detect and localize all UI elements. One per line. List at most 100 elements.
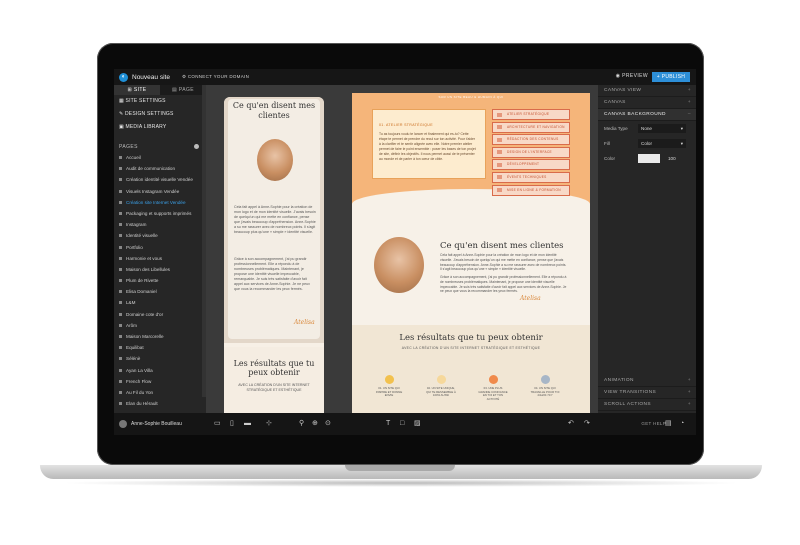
mobile-results-title: Les résultats que tu peux obtenir — [233, 359, 315, 377]
page-item[interactable]: French Flow — [114, 376, 206, 387]
canvas-label: CANVAS — [604, 100, 626, 105]
mobile-view-icon[interactable]: ▯ — [230, 420, 237, 427]
page-item[interactable]: Création identité visuelle Vendée — [114, 174, 206, 185]
chat-icon[interactable]: ◔ — [680, 420, 687, 427]
animation-section[interactable]: ANIMATION + — [598, 375, 696, 387]
step-box-title: 01. ATELIER STRATÉGIQUE — [379, 123, 433, 127]
canvas-section[interactable]: CANVAS + — [598, 97, 696, 109]
smile-icon — [384, 375, 394, 384]
view-transitions-label: VIEW TRANSITIONS — [604, 390, 657, 395]
steps-list: ATELIER STRATÉGIQUE ARCHITECTURE ET NAVIG… — [492, 109, 570, 197]
app-logo-icon[interactable]: ◐ — [119, 72, 128, 82]
text-tool-icon[interactable]: T — [386, 420, 393, 427]
color-row: Color 100 — [598, 151, 696, 166]
grid-icon: ▦ — [119, 98, 124, 104]
scroll-actions-section[interactable]: SCROLL ACTIONS + — [598, 399, 696, 411]
desktop-client-photo — [374, 237, 424, 293]
site-name[interactable]: Nouveau site — [132, 74, 170, 81]
step-item[interactable]: MISE EN LIGNE & FORMATION — [492, 184, 570, 196]
tab-page[interactable]: ▤ PAGE — [160, 85, 206, 95]
zoom-out-icon[interactable]: ⚲ — [299, 420, 306, 427]
page-item[interactable]: Accueil — [114, 152, 206, 163]
expand-icon: + — [687, 88, 691, 93]
canvas-view-section[interactable]: CANVAS VIEW + — [598, 85, 696, 97]
avatar[interactable] — [119, 420, 127, 428]
step-box-text: Tu as toujours voulu te lancer et finale… — [379, 132, 476, 161]
page-item[interactable]: Instagram — [114, 219, 206, 230]
step-item[interactable]: ÉVENTS TECHNIQUES — [492, 171, 570, 183]
page-item[interactable]: Elisa Domaniel — [114, 286, 206, 297]
add-page-icon[interactable] — [194, 144, 199, 149]
page-item[interactable]: Audit de communication — [114, 163, 206, 174]
shape-tool-icon[interactable]: □ — [400, 420, 407, 427]
fill-label: Fill — [604, 141, 610, 146]
pages-heading: PAGES — [114, 142, 206, 152]
collapse-icon: – — [687, 112, 691, 117]
view-transitions-section[interactable]: VIEW TRANSITIONS + — [598, 387, 696, 399]
page-item[interactable]: Visuels Instagram Vendée — [114, 186, 206, 197]
username[interactable]: Anne-Sophie Bouilleau — [131, 421, 182, 427]
step-item[interactable]: DESIGN DE L'INTERFACE — [492, 146, 570, 158]
monitor-icon[interactable]: ▬ — [244, 420, 251, 427]
results-title: Les résultats que tu peux obtenir — [399, 333, 543, 343]
get-help-link[interactable]: GET HELP — [641, 421, 666, 426]
fill-select[interactable]: Color ▾ — [638, 139, 686, 148]
laptop-notch — [345, 465, 455, 471]
page-item[interactable]: Identité visuelle — [114, 230, 206, 241]
step-item[interactable]: ATELIER STRATÉGIQUE — [492, 109, 570, 120]
sparkle-icon — [436, 375, 446, 384]
zoom-fit-icon[interactable]: ⊙ — [325, 420, 332, 427]
media-type-select[interactable]: None ▾ — [638, 124, 686, 133]
laptop-shadow — [60, 479, 742, 487]
tab-site[interactable]: ⊞ SITE — [114, 85, 160, 95]
page-item[interactable]: Au Fil du Yon — [114, 387, 206, 398]
page-item[interactable]: Maison des Libellules — [114, 264, 206, 275]
site-settings-item[interactable]: ▦ SITE SETTINGS — [114, 95, 206, 108]
zoom-in-icon[interactable]: ⊕ — [312, 420, 319, 427]
mobile-preview[interactable]: Ce qu'en disent mes clientes Cela fait a… — [224, 97, 324, 413]
result-text: 01. UN SITE QUI INSPIRE ET DONNE ENVIE — [375, 386, 403, 398]
color-swatch[interactable] — [638, 154, 660, 163]
result-item: 04. UN SITE QUI TRAVAILLE POUR TOI 24H/2… — [530, 375, 560, 398]
redo-icon[interactable]: ↷ — [584, 420, 591, 427]
page-item[interactable]: Equilibat — [114, 342, 206, 353]
page-item[interactable]: Arôm — [114, 320, 206, 331]
image-icon: ▣ — [119, 124, 124, 130]
mobile-title-line2: clientes — [258, 111, 290, 120]
connect-domain-link[interactable]: ⚙ CONNECT YOUR DOMAIN — [182, 74, 249, 80]
grid-guides-icon[interactable]: ⊹ — [266, 420, 273, 427]
desktop-paragraph-1: Cela fait appel à Anne-Sophie pour la cr… — [440, 253, 567, 272]
step-item[interactable]: RÉDACTION DES CONTENUS — [492, 134, 570, 146]
preview-button[interactable]: ◉ PREVIEW — [616, 73, 648, 79]
opacity-value[interactable]: 100 — [668, 151, 676, 166]
canvas-background-section[interactable]: CANVAS BACKGROUND – — [598, 109, 696, 121]
page-item[interactable]: Plum de Rivette — [114, 275, 206, 286]
page-item[interactable]: Sélénè — [114, 353, 206, 364]
page-item[interactable]: Harmonie et vous — [114, 253, 206, 264]
image-tool-icon[interactable]: ▨ — [414, 420, 421, 427]
desktop-view-icon[interactable]: ▭ — [214, 420, 221, 427]
step-item[interactable]: ARCHITECTURE ET NAVIGATION — [492, 121, 570, 133]
step-item[interactable]: DÉVELOPPEMENT — [492, 159, 570, 171]
design-settings-item[interactable]: ✎ DESIGN SETTINGS — [114, 108, 206, 121]
canvas-area: Ce qu'en disent mes clientes Cela fait a… — [206, 85, 598, 413]
animation-label: ANIMATION — [604, 378, 634, 383]
fill-row: Fill Color ▾ — [598, 136, 696, 151]
mobile-title-line1: Ce qu'en disent mes — [232, 101, 316, 110]
page-item[interactable]: Création site Internet Vendée — [114, 197, 206, 208]
page-item[interactable]: Maison Marcorelle — [114, 331, 206, 342]
page-item[interactable]: Packaging et supports imprimés — [114, 208, 206, 219]
undo-icon[interactable]: ↶ — [568, 420, 575, 427]
layers-icon[interactable]: ▤ — [665, 420, 672, 427]
page-item[interactable]: Domaine cote d'or — [114, 309, 206, 320]
media-library-item[interactable]: ▣ MEDIA LIBRARY — [114, 121, 206, 134]
desktop-preview[interactable]: SUR UN SITE BEAU & HUMAIN À QUI 01. ATEL… — [352, 93, 590, 413]
page-item[interactable]: Portfolio — [114, 242, 206, 253]
publish-button[interactable]: + PUBLISH — [652, 72, 690, 82]
page-item[interactable]: L&M — [114, 297, 206, 308]
step-description-box: 01. ATELIER STRATÉGIQUE Tu as toujours v… — [372, 109, 486, 179]
right-panel: CANVAS VIEW + CANVAS + CANVAS BACKGROUND – … — [598, 85, 696, 413]
page-item[interactable]: Ayan La Villa — [114, 365, 206, 376]
page-item[interactable]: Elan du Hérault — [114, 398, 206, 409]
result-item: 02. UN SITE UNIQUE, QUI TE RESSEMBLE À 1… — [426, 375, 456, 398]
